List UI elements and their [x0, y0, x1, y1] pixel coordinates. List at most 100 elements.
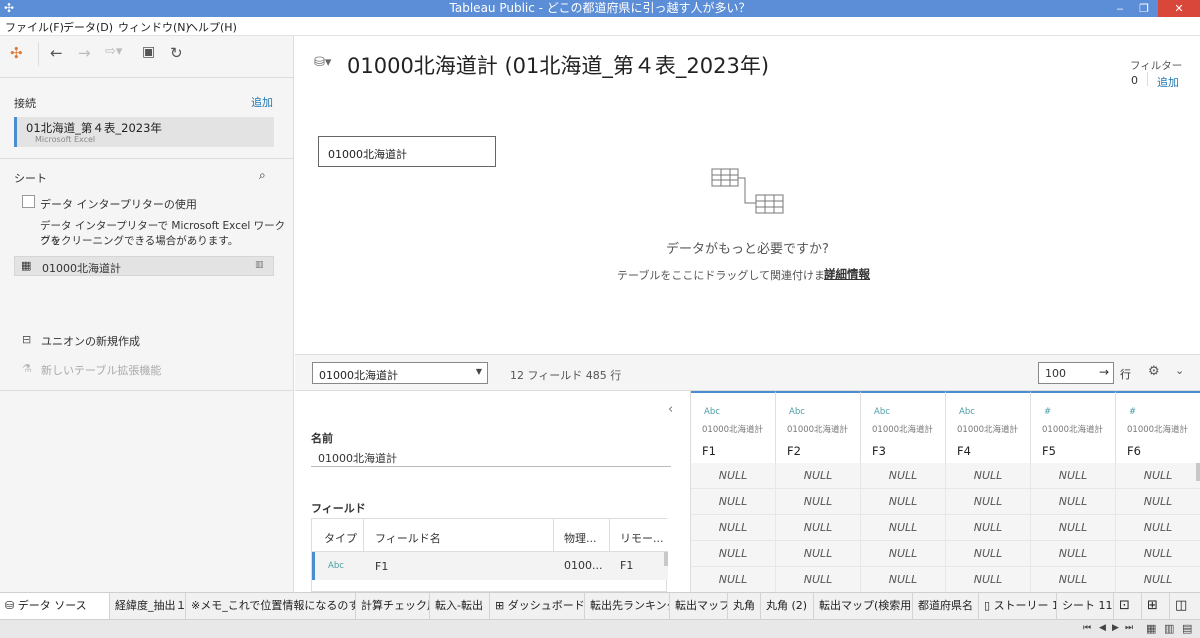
- column-header[interactable]: Abc 01000北海道計 F1: [691, 391, 776, 463]
- new-table-extension-link[interactable]: 新しいテーブル拡張機能: [41, 362, 161, 378]
- rows-input[interactable]: 100 →: [1038, 362, 1114, 384]
- tab-sheet[interactable]: 転入-転出: [430, 593, 490, 620]
- table-cell: NULL: [691, 541, 776, 567]
- table-cell: NULL: [691, 463, 776, 489]
- column-header-physical[interactable]: 物理...: [564, 530, 597, 546]
- tabs-view-icon[interactable]: ▤: [1182, 622, 1192, 635]
- filters-count: 0: [1131, 74, 1138, 87]
- field-row[interactable]: Abc F1 0100... F1: [312, 552, 668, 580]
- logical-table-label: 01000北海道計: [328, 148, 407, 161]
- tab-sheet[interactable]: 計算チェック用: [356, 593, 430, 620]
- tab-story[interactable]: ▯ ストーリー 1: [979, 593, 1057, 620]
- more-data-heading: データがもっと必要ですか?: [666, 242, 829, 257]
- interpreter-checkbox[interactable]: [22, 195, 35, 208]
- details-link[interactable]: 詳細情報: [824, 266, 870, 282]
- tab-sheet[interactable]: 経緯度_抽出１: [110, 593, 186, 620]
- menu-window[interactable]: ウィンドウ(N): [118, 19, 190, 35]
- save-icon[interactable]: ▣: [142, 44, 155, 60]
- tab-sheet[interactable]: 丸角 (2): [761, 593, 814, 620]
- drag-hint: テーブルをここにドラッグして関連付けます。: [617, 269, 846, 282]
- window-title: Tableau Public - どこの都道府県に引っ越す人が多い？: [449, 1, 751, 15]
- extension-icon: ⚗: [22, 362, 32, 375]
- column-name: F5: [1042, 444, 1056, 458]
- table-cell: NULL: [946, 489, 1031, 515]
- logical-table[interactable]: 01000北海道計: [318, 136, 496, 167]
- column-source: 01000北海道計: [872, 425, 934, 435]
- column-header[interactable]: Abc 01000北海道計 F2: [776, 391, 861, 463]
- fields-table: タイプ フィールド名 物理... リモー... Abc F1 0100... F…: [311, 518, 668, 592]
- forward-arrow-icon[interactable]: →: [78, 44, 91, 62]
- field-type[interactable]: Abc: [704, 407, 720, 417]
- column-header-remote[interactable]: リモー...: [620, 530, 664, 546]
- table-cell: NULL: [861, 541, 946, 567]
- menu-bar: ファイル(F) データ(D) ウィンドウ(N) ヘルプ(H): [0, 17, 1200, 36]
- title-bar: ✣ Tableau Public - どこの都道府県に引っ越す人が多い？ ‒ ❐…: [0, 0, 1200, 17]
- menu-help[interactable]: ヘルプ(H): [187, 19, 237, 35]
- add-connection-link[interactable]: 追加: [251, 94, 273, 110]
- tab-sheet[interactable]: ※メモ_これで位置情報になるのすご…: [186, 593, 356, 620]
- last-page-icon[interactable]: ⏭: [1125, 623, 1133, 633]
- field-type[interactable]: Abc: [328, 561, 344, 571]
- arrow-right-icon[interactable]: →: [1099, 365, 1109, 379]
- new-worksheet-icon[interactable]: ⊡: [1114, 593, 1142, 620]
- column-header[interactable]: Abc 01000北海道計 F4: [946, 391, 1031, 463]
- chevron-down-icon[interactable]: ⌄: [1175, 364, 1184, 377]
- menu-file[interactable]: ファイル(F): [5, 19, 64, 35]
- gear-icon[interactable]: ⚙: [1148, 364, 1160, 379]
- interpreter-label: データ インタープリターの使用: [40, 198, 197, 211]
- grid-view-icon[interactable]: ▦: [1146, 622, 1156, 635]
- new-union-link[interactable]: ユニオンの新規作成: [41, 333, 140, 349]
- filters-label: フィルター: [1130, 60, 1183, 72]
- table-cell: NULL: [691, 515, 776, 541]
- column-header[interactable]: #01000北海道計 F6: [1116, 391, 1200, 463]
- divider: [311, 466, 671, 467]
- first-page-icon[interactable]: ⏮: [1083, 623, 1091, 633]
- menu-data[interactable]: データ(D): [63, 19, 113, 35]
- scrollbar[interactable]: [664, 552, 668, 566]
- scrollbar[interactable]: [1196, 463, 1200, 481]
- column-source: 01000北海道計: [957, 425, 1019, 435]
- join-canvas: ⛁▾ 01000北海道計 (01北海道_第４表_2023年) フィルター 0 追…: [295, 36, 1200, 354]
- connection-item[interactable]: 01北海道_第４表_2023年 Microsoft Excel: [14, 117, 274, 147]
- add-filter-link[interactable]: 追加: [1157, 74, 1179, 90]
- table-select-value: 01000北海道計: [319, 369, 398, 382]
- tableau-logo-icon[interactable]: ✣: [10, 44, 23, 62]
- new-dashboard-icon[interactable]: ⊞: [1142, 593, 1170, 620]
- table-toolbar: 01000北海道計 ▼ 12 フィールド 485 行 100 → 行 ⚙ ⌄: [295, 354, 1200, 391]
- redirect-icon[interactable]: ⇨▾: [105, 44, 122, 59]
- collapse-icon[interactable]: ‹: [668, 402, 673, 417]
- next-page-icon[interactable]: ▶: [1112, 623, 1119, 633]
- tab-sheet[interactable]: 転出マップ: [670, 593, 728, 620]
- column-header-type[interactable]: タイプ: [324, 530, 357, 546]
- close-button[interactable]: ✕: [1158, 0, 1200, 17]
- column-header[interactable]: #01000北海道計 F5: [1031, 391, 1116, 463]
- field-type[interactable]: #: [1129, 407, 1136, 417]
- tab-sheet[interactable]: 都道府県名: [913, 593, 979, 620]
- refresh-icon[interactable]: ↻: [170, 44, 183, 62]
- tab-sheet[interactable]: 転出先ランキング: [585, 593, 670, 620]
- filmstrip-icon[interactable]: ▥: [1164, 622, 1174, 635]
- tab-dashboard[interactable]: ⊞ ダッシュボード 1: [490, 593, 585, 620]
- tab-sheet[interactable]: 丸角: [728, 593, 761, 620]
- back-arrow-icon[interactable]: ←: [50, 44, 63, 62]
- column-header[interactable]: Abc 01000北海道計 F3: [861, 391, 946, 463]
- fields-label: フィールド: [311, 502, 366, 515]
- field-type[interactable]: #: [1044, 407, 1051, 417]
- prev-page-icon[interactable]: ◀: [1099, 623, 1106, 633]
- field-type[interactable]: Abc: [874, 407, 890, 417]
- tab-sheet[interactable]: シート 11: [1057, 593, 1114, 620]
- field-type[interactable]: Abc: [789, 407, 805, 417]
- table-select[interactable]: 01000北海道計 ▼: [312, 362, 488, 384]
- database-icon[interactable]: ⛁▾: [314, 55, 331, 70]
- new-story-icon[interactable]: ◫: [1170, 593, 1200, 620]
- field-type[interactable]: Abc: [959, 407, 975, 417]
- name-field[interactable]: 01000北海道計: [318, 450, 397, 466]
- maximize-button[interactable]: ❐: [1132, 0, 1156, 17]
- search-icon[interactable]: ⌕: [259, 168, 266, 183]
- sheet-item[interactable]: ▦ 01000北海道計 ▥: [14, 256, 274, 276]
- tab-sheet[interactable]: 転出マップ(検索用): [814, 593, 913, 620]
- table-cell: NULL: [776, 567, 861, 592]
- tab-data-source[interactable]: ⛁ データ ソース: [0, 593, 110, 620]
- column-header-field-name[interactable]: フィールド名: [375, 530, 441, 546]
- minimize-button[interactable]: ‒: [1108, 0, 1132, 17]
